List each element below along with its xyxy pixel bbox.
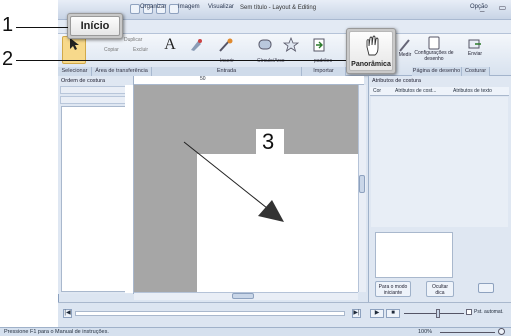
group-label-import: Importar: [302, 67, 346, 76]
menu-bar: [58, 20, 511, 34]
import-icon: [313, 38, 325, 52]
hand-pan-icon: [366, 35, 379, 56]
pen-icon: [219, 38, 233, 52]
group-label-input: Entrada: [152, 67, 302, 76]
arrow-cursor-icon: [70, 38, 79, 50]
group-label-sew: Costurar: [462, 67, 490, 76]
sewing-preview-icon[interactable]: [478, 283, 494, 293]
circle-tool-button[interactable]: [255, 37, 275, 59]
status-text: Pressione F1 para o Manual de instruções…: [4, 329, 109, 335]
horizontal-ruler: [134, 76, 364, 85]
attributes-content: [371, 97, 508, 227]
zoom-slider[interactable]: [440, 332, 495, 333]
stitch-progress-track[interactable]: [75, 311, 345, 316]
sewing-order-toolbar: [60, 96, 132, 104]
page-icon: [428, 36, 440, 50]
page-settings-label: Configurações de desenho: [414, 50, 454, 62]
leader-line-1: [16, 27, 68, 28]
send-label: Enviar: [467, 51, 483, 57]
ribbon-subheader: Círculo/Arco: [257, 58, 285, 64]
ruler-mark: 50: [200, 76, 206, 82]
copy-button[interactable]: Copiar: [104, 47, 119, 53]
menu-item-organize[interactable]: Organizar: [140, 4, 166, 10]
qat-button[interactable]: [130, 4, 140, 14]
tab-sewing-attributes[interactable]: Atributos de cost...: [395, 88, 436, 94]
ruler-icon: [399, 39, 410, 52]
callout-number-2: 2: [2, 48, 14, 70]
rounded-rect-icon: [258, 39, 272, 50]
brush-icon: [191, 39, 202, 51]
zoom-level: 100%: [418, 329, 433, 335]
menu-item-view[interactable]: Visualizar: [208, 4, 234, 10]
home-tab-callout: Início: [67, 13, 123, 39]
stop-button[interactable]: ■: [386, 309, 400, 318]
send-button[interactable]: Enviar: [464, 37, 486, 63]
more-tool-button[interactable]: [332, 37, 346, 59]
zoom-in-icon[interactable]: [498, 328, 505, 335]
hide-tip-button[interactable]: Ocultar dica: [426, 281, 454, 297]
line-tool-button[interactable]: [216, 37, 236, 59]
speed-slider-thumb[interactable]: [436, 309, 440, 318]
measure-label: Medir: [398, 52, 412, 58]
callout-number-1: 1: [2, 14, 14, 36]
play-button[interactable]: ▶: [370, 309, 384, 318]
option-menu[interactable]: Opção: [470, 4, 488, 10]
tip-preview: [375, 232, 453, 278]
group-label-select: Selecionar: [58, 67, 92, 76]
group-label-clipboard: Área de transferência: [92, 67, 152, 76]
sewing-attributes-title: Atributos de costura: [372, 78, 421, 84]
text-tool-button[interactable]: A: [160, 36, 180, 60]
sewing-order-title: Ordem de costura: [61, 78, 106, 84]
group-label-page: Página de desenho: [412, 67, 462, 76]
tab-text-attributes[interactable]: Atributos de texto: [453, 88, 492, 94]
forward-button[interactable]: ▶|: [352, 309, 361, 318]
beginner-mode-button[interactable]: Para o modo iniciante: [375, 281, 411, 297]
sewing-order-toolbar: [60, 86, 132, 94]
shape-tool-button[interactable]: [186, 37, 206, 59]
leader-line-2: [16, 60, 346, 61]
panoramic-label: Panorâmica: [351, 61, 391, 68]
window-title: Sem título - Layout & Editing: [240, 5, 317, 11]
send-icon: [468, 39, 481, 49]
home-tab[interactable]: Início: [70, 16, 120, 36]
shapes-tool-button[interactable]: [281, 37, 301, 59]
rewind-button[interactable]: |◀: [63, 309, 72, 318]
vertical-scroll-thumb[interactable]: [359, 175, 365, 193]
star-icon: [283, 37, 299, 52]
speed-slider[interactable]: [404, 313, 464, 314]
auto-checkbox-label: Pst. automat.: [474, 309, 504, 315]
text-a-icon: A: [164, 36, 176, 53]
tab-color[interactable]: Cor: [373, 88, 381, 94]
page-settings-button[interactable]: Configurações de desenho: [414, 36, 454, 66]
menu-item-image[interactable]: Imagem: [178, 4, 200, 10]
sewing-order-list[interactable]: [61, 106, 131, 292]
import-button[interactable]: [309, 37, 329, 59]
duplicate-button[interactable]: Duplicar: [124, 37, 142, 43]
delete-button[interactable]: Excluir: [133, 47, 148, 53]
panoramic-button[interactable]: Panorâmica: [349, 31, 393, 71]
ribbon-subheader: Inserir: [220, 58, 234, 64]
measure-button[interactable]: Medir: [397, 38, 413, 60]
vertical-ruler: [125, 85, 134, 293]
panoramic-callout: Panorâmica: [346, 28, 396, 74]
scroll-direction-arrow-icon: [183, 141, 284, 222]
auto-checkbox[interactable]: [466, 309, 472, 315]
ribbon-subheader: padrões: [314, 58, 333, 64]
horizontal-scroll-thumb[interactable]: [232, 293, 254, 299]
